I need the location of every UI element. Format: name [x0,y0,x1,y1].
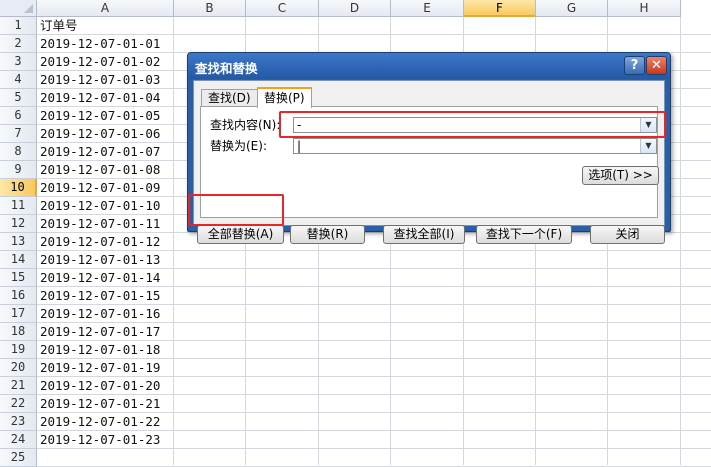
row-header-11[interactable]: 11 [0,197,37,215]
close-icon[interactable]: ✕ [646,56,667,75]
cell-a7[interactable]: 2019-12-07-01-06 [40,125,160,143]
cell-a2[interactable]: 2019-12-07-01-01 [40,35,160,53]
row-header-2[interactable]: 2 [0,35,37,53]
row-header-21[interactable]: 21 [0,377,37,395]
row-header-8[interactable]: 8 [0,143,37,161]
column-header-e[interactable]: E [391,0,464,17]
row-header-3[interactable]: 3 [0,53,37,71]
chevron-down-icon[interactable]: ▼ [640,139,656,153]
cell-a22[interactable]: 2019-12-07-01-21 [40,395,160,413]
cell-a18[interactable]: 2019-12-07-01-17 [40,323,160,341]
row-header-16[interactable]: 16 [0,287,37,305]
cell-a5[interactable]: 2019-12-07-01-04 [40,89,160,107]
tab-replace[interactable]: 替换(P) [257,87,312,108]
replace-button[interactable]: 替换(R) [290,225,365,244]
cell-a6[interactable]: 2019-12-07-01-05 [40,107,160,125]
cell-a10[interactable]: 2019-12-07-01-09 [40,179,160,197]
cell-a15[interactable]: 2019-12-07-01-14 [40,269,160,287]
cell-a4[interactable]: 2019-12-07-01-03 [40,71,160,89]
cell-a12[interactable]: 2019-12-07-01-11 [40,215,160,233]
replace-with-value: | [297,139,302,153]
find-all-button[interactable]: 查找全部(I) [383,225,465,244]
select-all-corner[interactable] [0,0,37,17]
find-next-button[interactable]: 查找下一个(F) [476,225,572,244]
row-header-22[interactable]: 22 [0,395,37,413]
cell-a19[interactable]: 2019-12-07-01-18 [40,341,160,359]
replace-with-combo[interactable]: | ▼ [293,138,657,154]
dialog-titlebar[interactable]: 查找和替换 ? ✕ [188,53,670,79]
help-icon[interactable]: ? [624,56,645,75]
cell-a21[interactable]: 2019-12-07-01-20 [40,377,160,395]
row-header-12[interactable]: 12 [0,215,37,233]
options-button[interactable]: 选项(T) >> [582,166,659,185]
row-header-25[interactable]: 25 [0,449,37,467]
cell-a3[interactable]: 2019-12-07-01-02 [40,53,160,71]
column-header-f[interactable]: F [464,0,536,17]
cell-a20[interactable]: 2019-12-07-01-19 [40,359,160,377]
find-field-highlight [279,111,666,138]
cell-a23[interactable]: 2019-12-07-01-22 [40,413,160,431]
row-header-23[interactable]: 23 [0,413,37,431]
row-header-1[interactable]: 1 [0,17,37,35]
row-header-4[interactable]: 4 [0,71,37,89]
cell-a8[interactable]: 2019-12-07-01-07 [40,143,160,161]
cell-a14[interactable]: 2019-12-07-01-13 [40,251,160,269]
column-header-g[interactable]: G [536,0,608,17]
replace-all-button[interactable]: 全部替换(A) [197,225,284,244]
cell-a17[interactable]: 2019-12-07-01-16 [40,305,160,323]
cell-a1[interactable]: 订单号 [40,17,78,35]
cell-a11[interactable]: 2019-12-07-01-10 [40,197,160,215]
row-header-19[interactable]: 19 [0,341,37,359]
row-header-9[interactable]: 9 [0,161,37,179]
column-header-d[interactable]: D [319,0,391,17]
row-headers: 1 2 3 4 5 6 7 8 9 10 11 12 13 14 15 16 17 18 19 20 21 22 23 24 2… [0,17,37,467]
row-header-5[interactable]: 5 [0,89,37,107]
cell-a9[interactable]: 2019-12-07-01-08 [40,161,160,179]
row-header-17[interactable]: 17 [0,305,37,323]
replace-all-highlight [188,194,284,226]
row-header-10[interactable]: 10 [0,179,37,197]
dialog-title: 查找和替换 [195,61,258,76]
column-header-c[interactable]: C [246,0,319,17]
find-what-label: 查找内容(N): [210,118,281,132]
row-header-6[interactable]: 6 [0,107,37,125]
row-header-24[interactable]: 24 [0,431,37,449]
column-header-h[interactable]: H [608,0,681,17]
gridline [680,17,681,465]
row-header-13[interactable]: 13 [0,233,37,251]
row-header-15[interactable]: 15 [0,269,37,287]
cell-a16[interactable]: 2019-12-07-01-15 [40,287,160,305]
column-header-a[interactable]: A [37,0,174,17]
row-header-18[interactable]: 18 [0,323,37,341]
close-button[interactable]: 关闭 [590,225,665,244]
row-header-20[interactable]: 20 [0,359,37,377]
replace-with-label: 替换为(E): [210,139,267,153]
row-header-14[interactable]: 14 [0,251,37,269]
gridline [173,17,174,465]
cell-a24[interactable]: 2019-12-07-01-23 [40,431,160,449]
column-header-b[interactable]: B [174,0,246,17]
column-headers: ABCDEFGH [37,0,681,17]
tab-find[interactable]: 查找(D) [201,89,258,107]
cell-a13[interactable]: 2019-12-07-01-12 [40,233,160,251]
row-header-7[interactable]: 7 [0,125,37,143]
